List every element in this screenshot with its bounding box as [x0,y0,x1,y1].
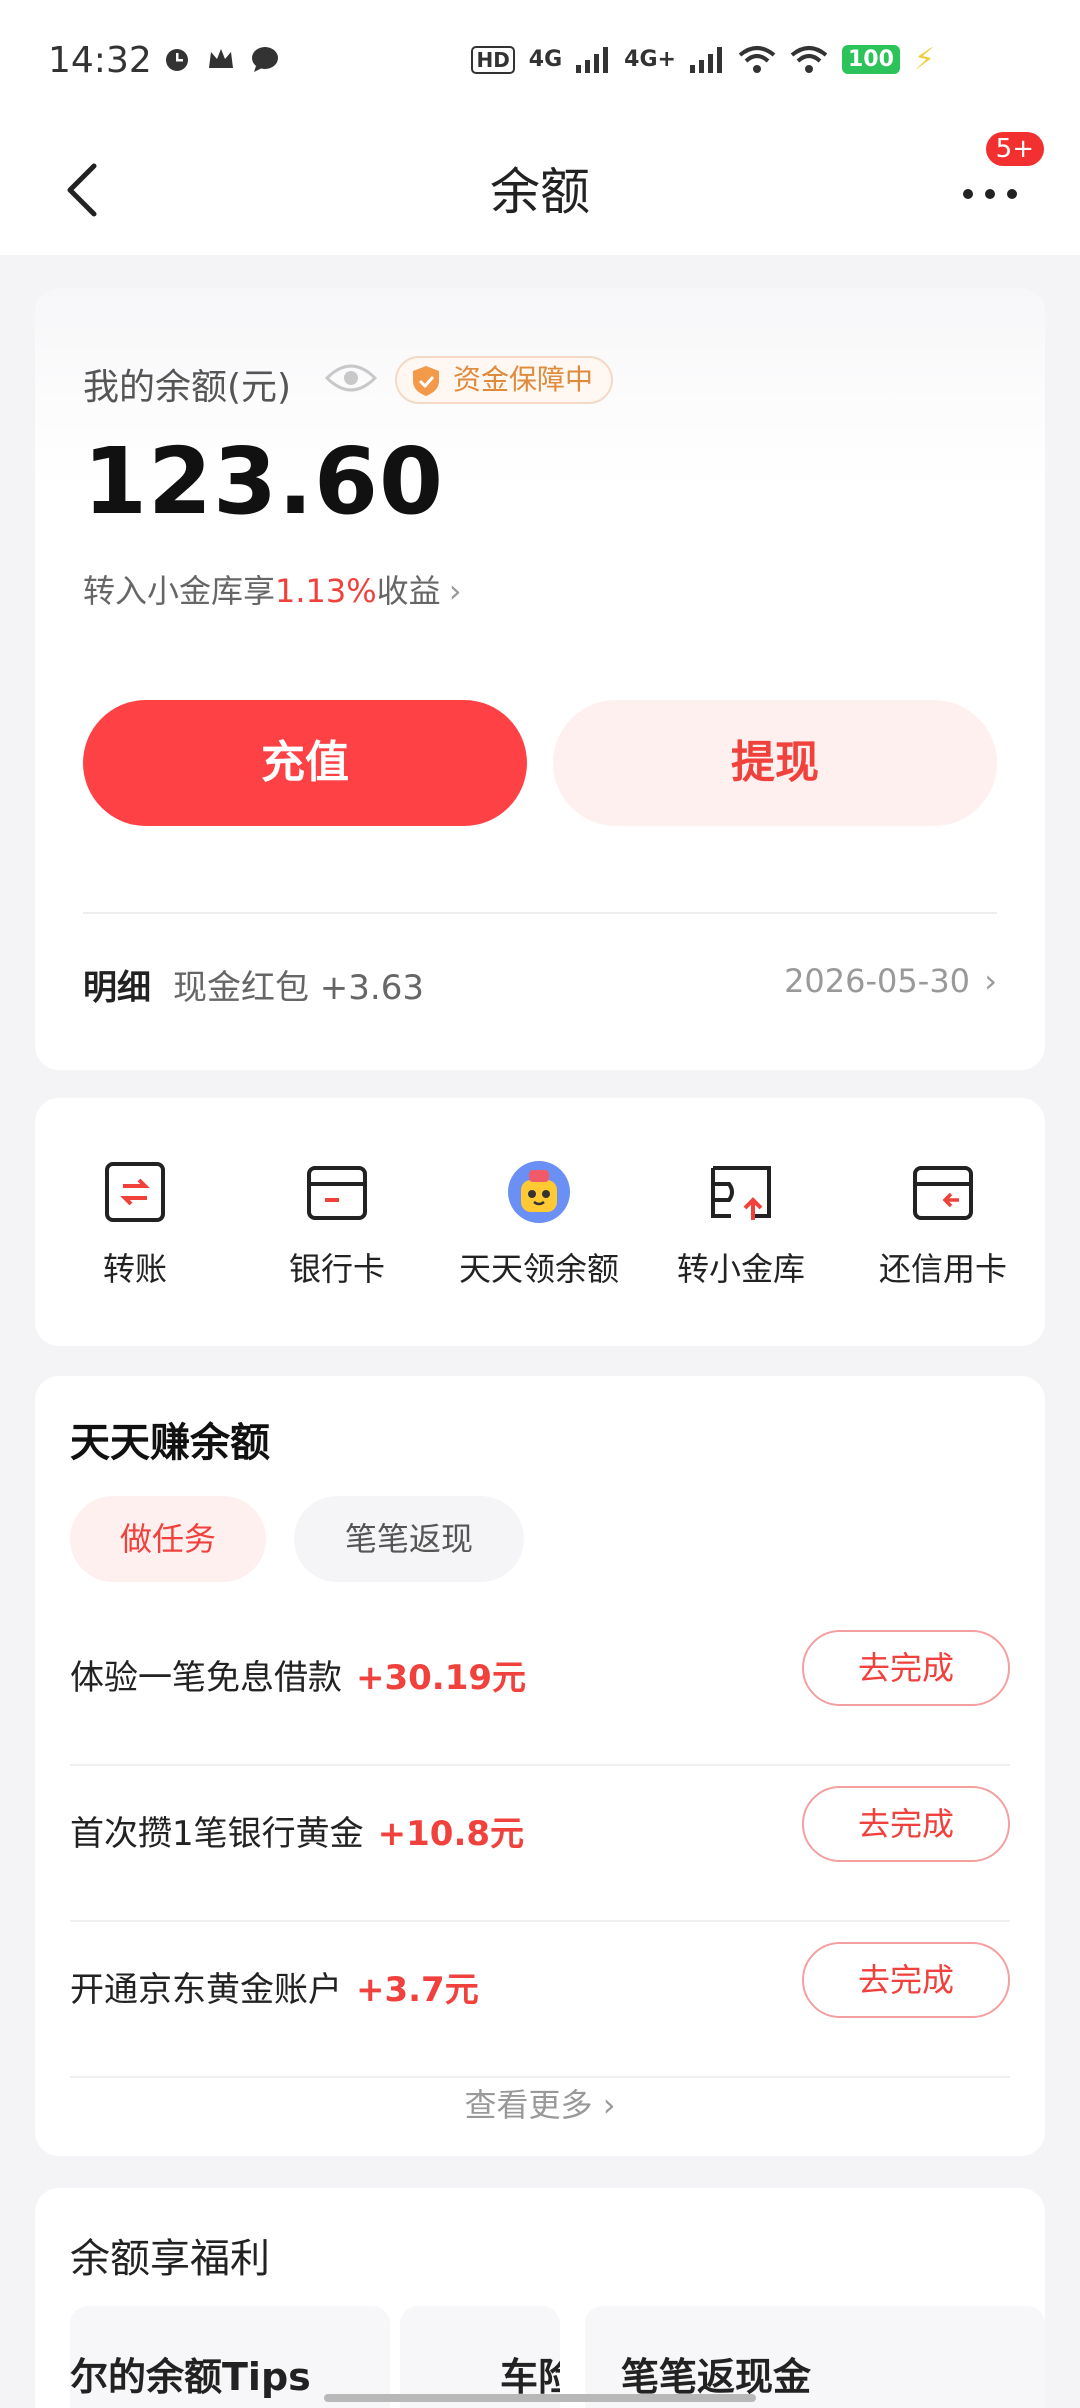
action-label: 转小金库 [676,1250,805,1288]
transfer-suffix: 收益 [376,572,441,610]
chat-icon [252,47,278,72]
detail-date: 2026-05-30 › [784,962,997,1000]
vault-icon [711,1166,771,1220]
action-label: 还信用卡 [878,1250,1007,1288]
chevron-right-icon: › [602,2086,616,2124]
balance-amount: 123.60 [83,428,445,535]
shield-icon [413,366,439,396]
task-reward: +10.8元 [377,1814,525,1854]
action-bank-card[interactable]: 银行卡 [247,1160,427,1290]
section-title: 天天赚余额 [70,1420,270,1466]
task-row: 体验一笔免息借款 +30.19元 去完成 [70,1610,1010,1766]
bank-card-icon [307,1166,367,1220]
fund-guarantee-text: 资金保障中 [453,363,594,396]
tab-cashback[interactable]: 笔笔返现 [294,1496,524,1582]
quick-actions-card: 转账 银行卡 天天领余额 转小金库 还信用卡 [35,1098,1045,1346]
home-indicator[interactable] [324,2394,756,2402]
wifi-icon-2 [790,45,828,73]
signal-icon [576,46,609,73]
task-row: 开通京东黄金账户 +3.7元 去完成 [70,1922,1010,2078]
benefit-item[interactable]: 车险 [400,2306,560,2408]
task-reward: +3.7元 [356,1970,479,2010]
transfer-rate: 1.13% [275,572,377,610]
status-time: 14:32 [48,40,152,81]
transfer-prefix: 转入小金库享 [83,572,276,610]
detail-label: 明细 [83,968,151,1008]
complete-task-button[interactable]: 去完成 [802,1942,1010,2018]
divider [83,912,997,914]
tab-tasks[interactable]: 做任务 [70,1496,266,1582]
section-title: 余额享福利 [70,2236,270,2282]
balance-label: 我的余额(元) [83,367,292,408]
task-reward: +30.19元 [356,1658,527,1698]
see-more-link[interactable]: 查看更多 › [35,2080,1045,2126]
complete-task-button[interactable]: 去完成 [802,1630,1010,1706]
credit-card-icon [913,1166,973,1220]
mascot-icon [508,1161,570,1223]
benefits-card: 余额享福利 尔的余额Tips 车险 笔笔返现金 [35,2188,1045,2408]
page-title: 余额 [490,163,590,221]
action-label: 转账 [102,1250,167,1288]
more-icon[interactable] [958,172,1028,212]
transfer-promo[interactable]: 转入小金库享1.13%收益 › [83,566,461,612]
nav-bar: 余额 5+ [0,120,1080,255]
benefit-item[interactable]: 笔笔返现金 [585,2306,1045,2408]
detail-row[interactable]: 明细 现金红包 +3.63 2026-05-30 › [83,960,997,1010]
crown-icon [209,49,233,68]
alarm-icon [166,49,188,71]
task-name: 体验一笔免息借款 [70,1658,342,1698]
action-daily-balance[interactable]: 天天领余额 [449,1160,629,1290]
task-name: 首次攒1笔银行黄金 [70,1814,364,1854]
earn-balance-card: 天天赚余额 做任务 笔笔返现 体验一笔免息借款 +30.19元 去完成 首次攒1笔… [35,1376,1045,2156]
hd-indicator: HD [471,45,515,74]
withdraw-button[interactable]: 提现 [553,700,997,826]
network-4g-plus: 4G+ [624,47,676,72]
eye-icon[interactable] [325,360,377,396]
benefit-item[interactable]: 尔的余额Tips [70,2306,390,2408]
wifi-icon [738,45,776,73]
notification-badge: 5+ [985,132,1044,166]
chevron-right-icon: › [448,572,462,610]
action-label: 银行卡 [288,1250,385,1288]
action-vault[interactable]: 转小金库 [651,1160,831,1290]
network-4g: 4G [528,47,563,72]
chevron-right-icon: › [984,962,997,1000]
transfer-icon [105,1162,165,1222]
charging-icon: ⚡ [913,42,935,77]
status-bar: 14:32 HD 4G 4G+ 100 ⚡ [0,0,1080,120]
task-name: 开通京东黄金账户 [70,1970,342,2010]
detail-description: 现金红包 +3.63 [173,968,424,1008]
complete-task-button[interactable]: 去完成 [802,1786,1010,1862]
signal-icon-2 [689,46,722,73]
action-label: 天天领余额 [458,1250,619,1288]
balance-card: 我的余额(元) 资金保障中 123.60 转入小金库享1.13%收益 › 充值 提… [35,288,1045,1070]
recharge-button[interactable]: 充值 [83,700,527,826]
action-transfer[interactable]: 转账 [45,1160,225,1290]
action-credit-card[interactable]: 还信用卡 [853,1160,1033,1290]
battery-indicator: 100 [841,45,900,74]
divider [70,2076,1010,2078]
task-row: 首次攒1笔银行黄金 +10.8元 去完成 [70,1766,1010,1922]
fund-guarantee-badge[interactable]: 资金保障中 [395,356,614,404]
